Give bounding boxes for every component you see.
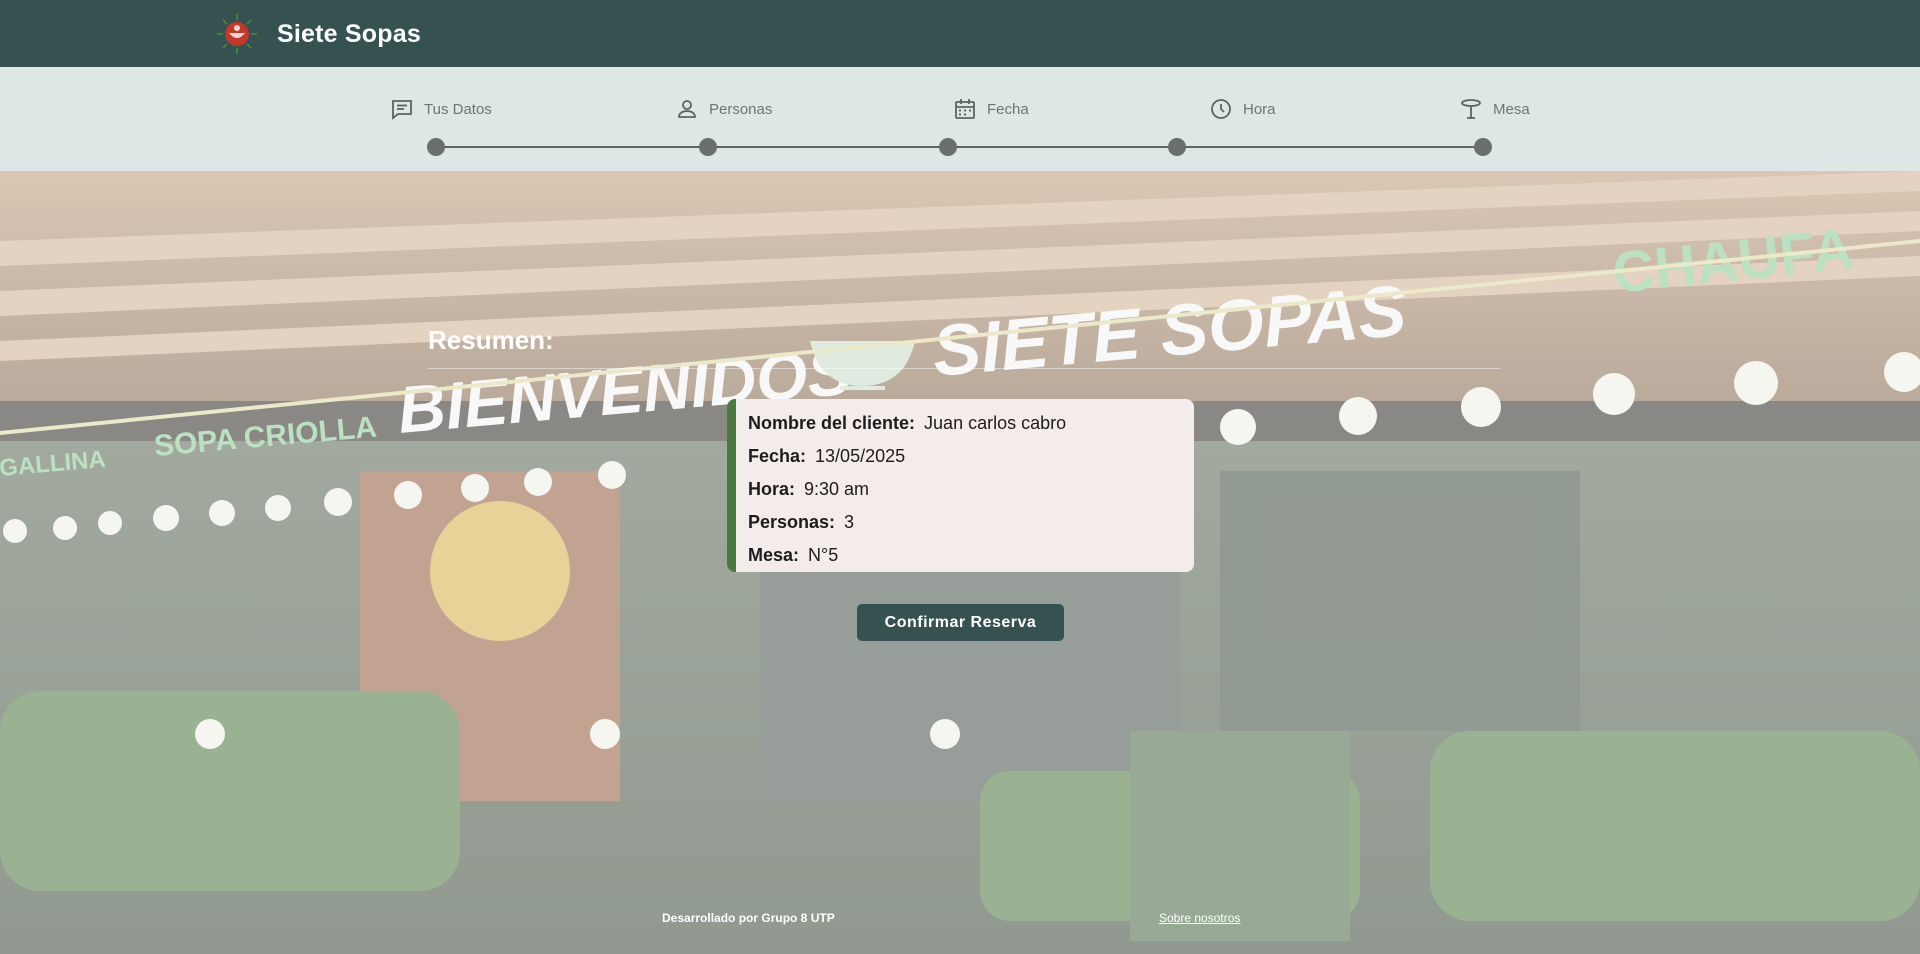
step-dot-fecha[interactable] <box>939 138 957 156</box>
summary-value: N°5 <box>808 545 839 565</box>
step-personas[interactable]: Personas <box>675 97 772 121</box>
step-label-text: Tus Datos <box>424 100 492 118</box>
step-dot-tus-datos[interactable] <box>427 138 445 156</box>
chat-icon <box>392 100 412 120</box>
step-fecha[interactable]: Fecha <box>953 97 1029 121</box>
step-label-text: Hora <box>1243 100 1276 118</box>
step-mesa[interactable]: Mesa <box>1459 97 1530 121</box>
confirm-reservation-button[interactable]: Confirmar Reserva <box>857 604 1064 641</box>
reservation-summary-card: Nombre del cliente: Juan carlos cabro Fe… <box>727 399 1194 572</box>
calendar-icon <box>955 99 975 119</box>
step-dot-personas[interactable] <box>699 138 717 156</box>
summary-title: Resumen: <box>428 325 554 355</box>
step-hora[interactable]: Hora <box>1209 97 1276 121</box>
summary-row-cliente: Nombre del cliente: Juan carlos cabro <box>748 407 1194 440</box>
summary-row-personas: Personas: 3 <box>748 506 1194 539</box>
summary-label: Nombre del cliente: <box>748 413 916 433</box>
step-dot-mesa[interactable] <box>1474 138 1492 156</box>
bowl-logo-icon <box>217 14 257 54</box>
app-title: Siete Sopas <box>277 19 421 48</box>
person-icon <box>678 100 696 118</box>
summary-row-mesa: Mesa: N°5 <box>748 539 1194 572</box>
stepper-track <box>436 146 1484 148</box>
footer-credit: Desarrollado por Grupo 8 UTP <box>662 911 835 925</box>
reservation-stepper: Tus Datos Personas Fecha Hora Mesa <box>0 67 1920 171</box>
summary-label: Hora: <box>748 479 796 499</box>
step-label-text: Fecha <box>987 100 1029 118</box>
summary-row-fecha: Fecha: 13/05/2025 <box>748 440 1194 473</box>
step-tus-datos[interactable]: Tus Datos <box>390 97 492 121</box>
clock-icon <box>1211 99 1231 119</box>
table-icon <box>1461 99 1481 119</box>
summary-row-hora: Hora: 9:30 am <box>748 473 1194 506</box>
step-label-text: Mesa <box>1493 100 1530 118</box>
summary-label: Fecha: <box>748 446 807 466</box>
summary-value: Juan carlos cabro <box>924 413 1067 433</box>
summary-divider <box>428 368 1500 369</box>
summary-value: 9:30 am <box>804 479 870 499</box>
step-dot-hora[interactable] <box>1168 138 1186 156</box>
summary-label: Personas: <box>748 512 836 532</box>
brand[interactable]: Siete Sopas <box>215 12 421 56</box>
about-link[interactable]: Sobre nosotros <box>1159 911 1240 925</box>
summary-label: Mesa: <box>748 545 800 565</box>
summary-value: 13/05/2025 <box>815 446 906 466</box>
summary-value: 3 <box>844 512 855 532</box>
step-label-text: Personas <box>709 100 773 118</box>
top-navbar: Siete Sopas <box>0 0 1920 67</box>
